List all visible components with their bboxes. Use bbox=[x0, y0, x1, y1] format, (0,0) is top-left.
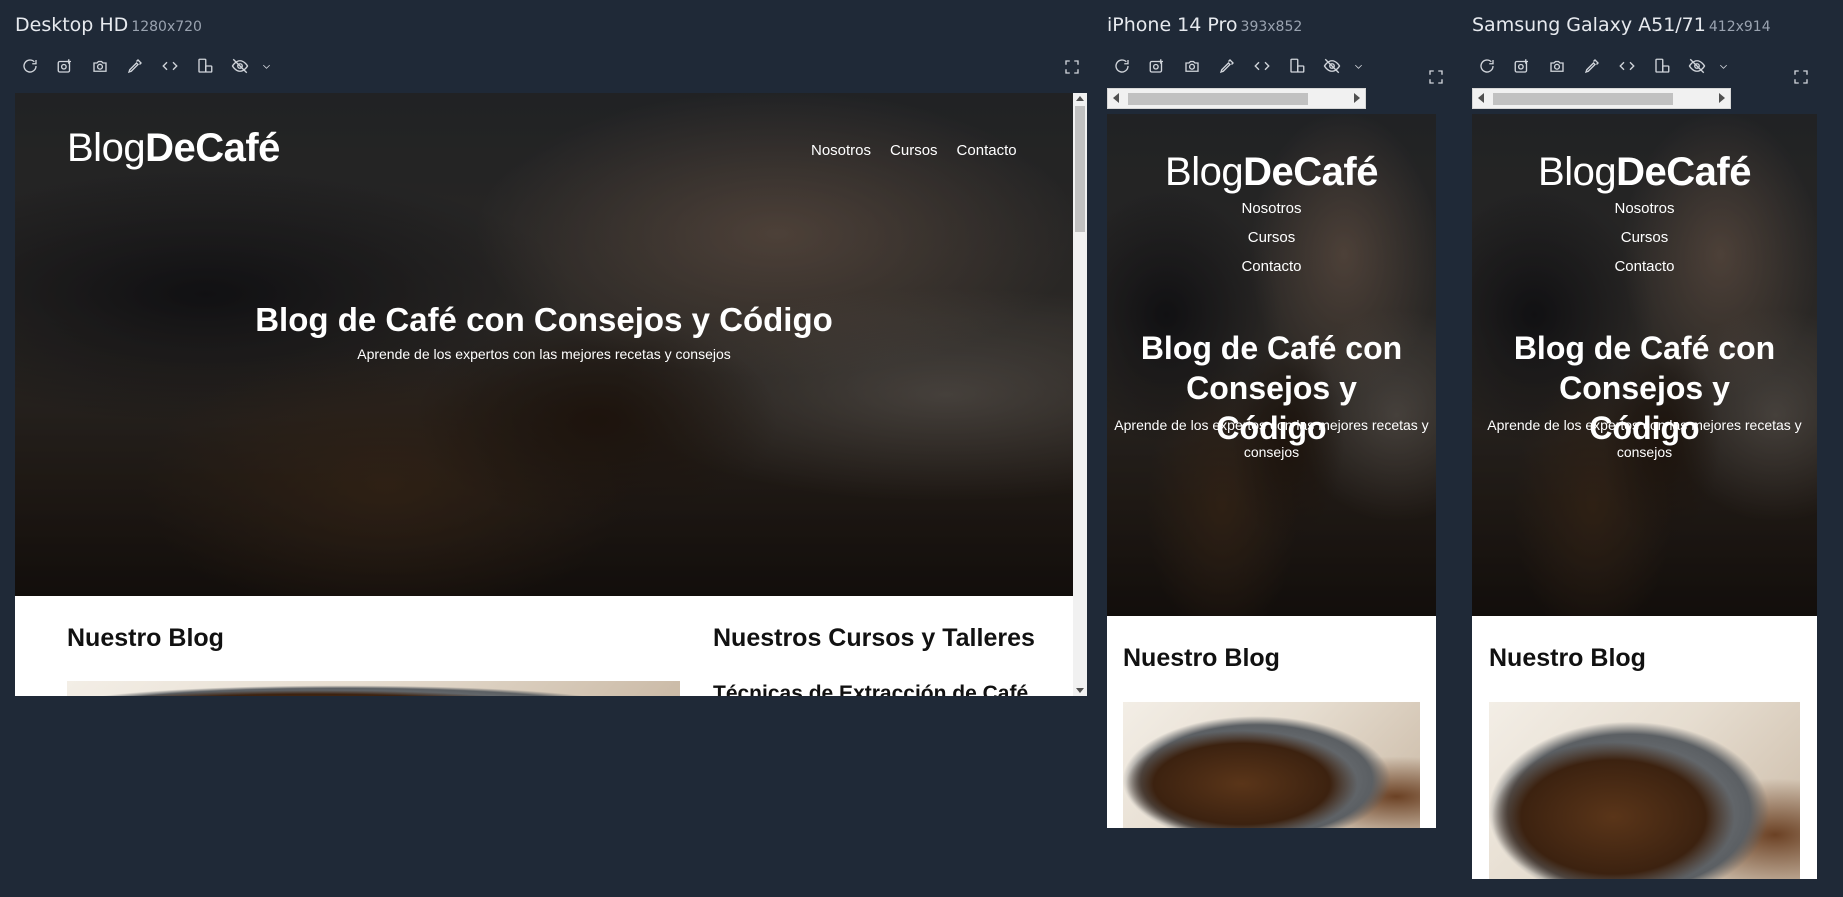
nav-nosotros[interactable]: Nosotros bbox=[1241, 200, 1301, 217]
hero: BlogDeCafé Nosotros Cursos Contacto Blog… bbox=[15, 93, 1073, 596]
hero: BlogDeCafé Nosotros Cursos Contacto Blog… bbox=[1107, 114, 1436, 616]
scroll-up-arrow[interactable] bbox=[1076, 96, 1084, 101]
scroll-thumb[interactable] bbox=[1128, 93, 1308, 105]
blog-heading: Nuestro Blog bbox=[67, 624, 224, 652]
rotate-icon[interactable] bbox=[1279, 54, 1314, 78]
scroll-left-arrow[interactable] bbox=[1113, 93, 1119, 103]
horizontal-scrollbar[interactable] bbox=[1472, 88, 1731, 109]
fullscreen-icon[interactable] bbox=[1063, 58, 1081, 81]
device-title: Samsung Galaxy A51/71 412x914 bbox=[1472, 14, 1771, 36]
viewport-samsung[interactable]: BlogDeCafé Nosotros Cursos Contacto Blog… bbox=[1472, 114, 1817, 879]
code-icon[interactable] bbox=[1244, 54, 1279, 78]
nav-cursos[interactable]: Cursos bbox=[1621, 229, 1669, 246]
logo-thin: Blog bbox=[1165, 150, 1244, 194]
blog-post-image[interactable] bbox=[1123, 702, 1420, 828]
refresh-icon[interactable] bbox=[1104, 54, 1139, 78]
rotate-icon[interactable] bbox=[187, 54, 222, 78]
device-toolbar bbox=[1104, 54, 1367, 78]
hero-subtitle: Aprende de los expertos con las mejores … bbox=[1487, 417, 1802, 460]
main-nav: Nosotros Cursos Contacto bbox=[1107, 200, 1436, 275]
blog-post-image[interactable] bbox=[67, 681, 680, 696]
chevron-down-icon[interactable] bbox=[1349, 54, 1367, 78]
content: Nuestro Blog bbox=[1472, 616, 1817, 879]
main-nav: Nosotros Cursos Contacto bbox=[811, 142, 1017, 159]
nav-cursos[interactable]: Cursos bbox=[890, 142, 938, 159]
horizontal-scrollbar[interactable] bbox=[1107, 88, 1366, 109]
vertical-scrollbar[interactable] bbox=[1073, 93, 1087, 696]
device-dimensions: 1280x720 bbox=[131, 19, 202, 35]
scroll-thumb[interactable] bbox=[1075, 106, 1085, 232]
refresh-icon[interactable] bbox=[12, 54, 47, 78]
code-icon[interactable] bbox=[1609, 54, 1644, 78]
hero-subtitle: Aprende de los expertos con las mejores … bbox=[1114, 417, 1429, 460]
site-logo[interactable]: BlogDeCafé bbox=[1107, 150, 1436, 195]
fullscreen-icon[interactable] bbox=[1792, 68, 1810, 91]
device-name: iPhone 14 Pro bbox=[1107, 14, 1238, 36]
course-title[interactable]: Técnicas de Extracción de Café bbox=[713, 682, 1028, 696]
fullscreen-icon[interactable] bbox=[1427, 68, 1445, 91]
device-toolbar bbox=[1469, 54, 1732, 78]
logo-bold: DeCafé bbox=[1616, 150, 1751, 194]
blog-heading: Nuestro Blog bbox=[1489, 644, 1646, 672]
screenshot-icon[interactable] bbox=[1504, 54, 1539, 78]
eyedropper-icon[interactable] bbox=[117, 54, 152, 78]
eyedropper-icon[interactable] bbox=[1209, 54, 1244, 78]
device-toolbar bbox=[12, 54, 275, 78]
nav-nosotros[interactable]: Nosotros bbox=[1614, 200, 1674, 217]
logo-bold: DeCafé bbox=[145, 126, 280, 170]
hero-subtitle: Aprende de los expertos con las mejores … bbox=[357, 346, 731, 362]
viewport-iphone[interactable]: BlogDeCafé Nosotros Cursos Contacto Blog… bbox=[1107, 114, 1436, 828]
logo-thin: Blog bbox=[1538, 150, 1617, 194]
content: Nuestro Blog bbox=[1107, 616, 1436, 828]
scroll-right-arrow[interactable] bbox=[1354, 93, 1360, 103]
site-logo[interactable]: BlogDeCafé bbox=[1472, 150, 1817, 195]
site-logo[interactable]: BlogDeCafé bbox=[67, 126, 280, 171]
content: Nuestro Blog Nuestros Cursos y Talleres … bbox=[15, 596, 1073, 696]
camera-icon[interactable] bbox=[1174, 54, 1209, 78]
device-dimensions: 412x914 bbox=[1708, 19, 1771, 35]
device-title: iPhone 14 Pro 393x852 bbox=[1107, 14, 1302, 36]
viewport-desktop[interactable]: BlogDeCafé Nosotros Cursos Contacto Blog… bbox=[15, 93, 1073, 696]
hero-title: Blog de Café con Consejos y Código bbox=[255, 301, 833, 338]
scroll-down-arrow[interactable] bbox=[1076, 688, 1084, 693]
nav-nosotros[interactable]: Nosotros bbox=[811, 142, 871, 159]
courses-heading: Nuestros Cursos y Talleres bbox=[713, 624, 1035, 652]
device-name: Desktop HD bbox=[15, 14, 129, 36]
logo-thin: Blog bbox=[67, 126, 146, 170]
blog-post-image[interactable] bbox=[1489, 702, 1800, 879]
eye-off-icon[interactable] bbox=[222, 54, 257, 78]
chevron-down-icon[interactable] bbox=[1714, 54, 1732, 78]
hero: BlogDeCafé Nosotros Cursos Contacto Blog… bbox=[1472, 114, 1817, 616]
refresh-icon[interactable] bbox=[1469, 54, 1504, 78]
camera-icon[interactable] bbox=[82, 54, 117, 78]
blog-heading: Nuestro Blog bbox=[1123, 644, 1280, 672]
scroll-thumb[interactable] bbox=[1493, 93, 1673, 105]
rotate-icon[interactable] bbox=[1644, 54, 1679, 78]
nav-contacto[interactable]: Contacto bbox=[957, 142, 1017, 159]
code-icon[interactable] bbox=[152, 54, 187, 78]
scroll-right-arrow[interactable] bbox=[1719, 93, 1725, 103]
logo-bold: DeCafé bbox=[1243, 150, 1378, 194]
nav-contacto[interactable]: Contacto bbox=[1241, 258, 1301, 275]
device-title: Desktop HD 1280x720 bbox=[15, 14, 202, 36]
chevron-down-icon[interactable] bbox=[257, 54, 275, 78]
screenshot-icon[interactable] bbox=[1139, 54, 1174, 78]
main-nav: Nosotros Cursos Contacto bbox=[1472, 200, 1817, 275]
device-name: Samsung Galaxy A51/71 bbox=[1472, 14, 1706, 36]
scroll-left-arrow[interactable] bbox=[1478, 93, 1484, 103]
device-dimensions: 393x852 bbox=[1240, 19, 1303, 35]
camera-icon[interactable] bbox=[1539, 54, 1574, 78]
nav-contacto[interactable]: Contacto bbox=[1614, 258, 1674, 275]
screenshot-icon[interactable] bbox=[47, 54, 82, 78]
nav-cursos[interactable]: Cursos bbox=[1248, 229, 1296, 246]
eye-off-icon[interactable] bbox=[1314, 54, 1349, 78]
eyedropper-icon[interactable] bbox=[1574, 54, 1609, 78]
eye-off-icon[interactable] bbox=[1679, 54, 1714, 78]
